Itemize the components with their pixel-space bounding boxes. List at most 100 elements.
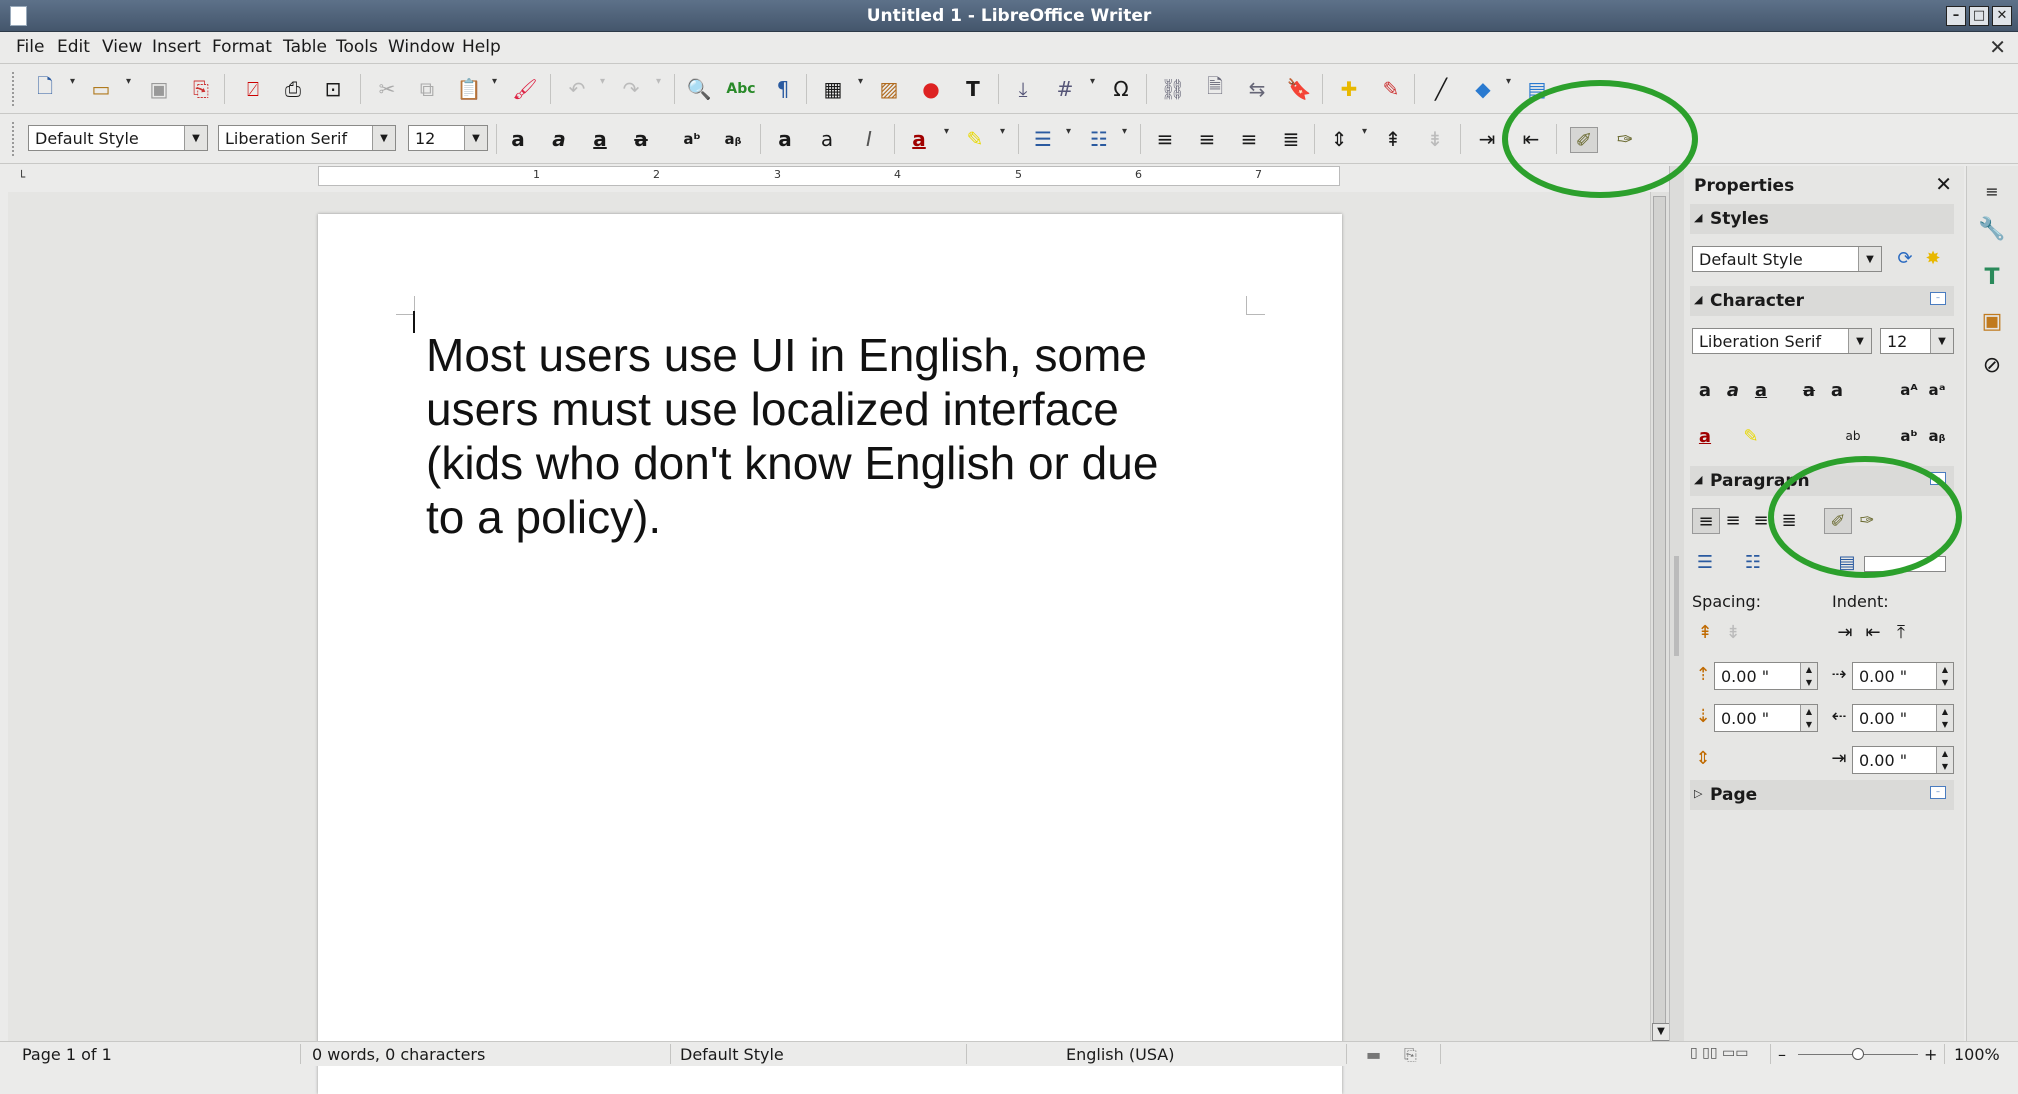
underline-icon[interactable]: a: [587, 127, 613, 151]
chevron-down-icon[interactable]: ▼: [372, 126, 395, 150]
scrollbar-thumb[interactable]: [1653, 196, 1666, 1036]
track-changes-icon[interactable]: ✎: [1378, 77, 1404, 101]
open-folder-icon[interactable]: ▭: [88, 77, 114, 101]
toolbar-grip[interactable]: [12, 122, 19, 156]
font-color-icon[interactable]: a: [906, 127, 932, 151]
field-icon[interactable]: #: [1052, 77, 1078, 101]
image-icon[interactable]: ▨: [876, 77, 902, 101]
menu-file[interactable]: File: [16, 37, 44, 57]
close-icon[interactable]: ✕: [1935, 172, 1952, 196]
text-direction-left-to-right-icon[interactable]: ✐: [1570, 127, 1598, 153]
font-size-combo[interactable]: 12 ▼: [408, 125, 488, 151]
increase-indent-icon[interactable]: ⇥: [1474, 127, 1500, 151]
section-styles[interactable]: ◢ Styles: [1690, 204, 1954, 234]
scroll-down-icon[interactable]: ▼: [1652, 1023, 1670, 1041]
hanging-indent-icon[interactable]: ⤒: [1888, 620, 1914, 644]
find-replace-icon[interactable]: 🔍: [686, 77, 712, 101]
print-preview-icon[interactable]: ⊡: [320, 77, 346, 101]
page-break-icon[interactable]: ⤓: [1010, 77, 1036, 101]
maximize-icon[interactable]: □: [1969, 6, 1989, 26]
status-language[interactable]: English (USA): [1066, 1045, 1174, 1064]
comment-icon[interactable]: ✚: [1336, 77, 1362, 101]
decrease-font-icon[interactable]: aᵃ: [1924, 378, 1950, 402]
toolbar-grip[interactable]: [12, 72, 19, 106]
line-spacing-icon[interactable]: ⇕: [1690, 746, 1716, 770]
subscript-icon[interactable]: aᵦ: [720, 127, 746, 151]
line-spacing-icon[interactable]: ⇕: [1326, 127, 1352, 151]
chevron-down-icon[interactable]: ▾: [70, 76, 77, 87]
cross-reference-icon[interactable]: ⇆: [1244, 77, 1270, 101]
sidebar-size-combo[interactable]: 12 ▼: [1880, 328, 1954, 354]
more-options-icon[interactable]: –: [1930, 292, 1946, 305]
draw-functions-icon[interactable]: ▤: [1524, 77, 1550, 101]
text-box-icon[interactable]: T: [960, 77, 986, 101]
increase-spacing-icon[interactable]: ⇞: [1692, 620, 1718, 644]
close-icon[interactable]: ✕: [1992, 6, 2012, 26]
paste-icon[interactable]: 📋: [456, 77, 482, 101]
chevron-down-icon[interactable]: ▾: [858, 76, 865, 87]
decrease-spacing-icon[interactable]: ⇟: [1720, 620, 1746, 644]
sidebar-style-combo[interactable]: Default Style ▼: [1692, 246, 1882, 272]
styles-icon[interactable]: T: [1977, 262, 2007, 292]
chevron-down-icon[interactable]: ▾: [1122, 126, 1129, 137]
menu-format[interactable]: Format: [212, 37, 272, 57]
strikethrough-icon[interactable]: a: [1796, 378, 1822, 402]
menu-view[interactable]: View: [102, 37, 142, 57]
chevron-down-icon[interactable]: ▾: [1090, 76, 1097, 87]
text-direction-right-to-left-icon[interactable]: ✑: [1854, 508, 1880, 532]
more-options-icon[interactable]: –: [1930, 786, 1946, 799]
chevron-down-icon[interactable]: ▾: [656, 76, 663, 87]
horizontal-ruler[interactable]: 1 2 3 4 5 6 7: [318, 166, 1340, 186]
decrease-indent-icon[interactable]: ⇤: [1518, 127, 1544, 151]
after-indent-spin[interactable]: 0.00 " ▲ ▼: [1852, 704, 1954, 732]
export-pdf-icon[interactable]: ⍁: [240, 77, 266, 101]
justify-icon[interactable]: ≣: [1776, 508, 1802, 532]
zoom-slider-handle[interactable]: [1852, 1048, 1864, 1060]
section-paragraph[interactable]: ◢ Paragraph –: [1690, 466, 1954, 496]
chevron-down-icon[interactable]: ▼: [1848, 329, 1871, 353]
print-icon[interactable]: ⎙: [280, 77, 306, 101]
menu-edit[interactable]: Edit: [57, 37, 90, 57]
zoom-in-icon[interactable]: +: [1924, 1045, 1937, 1064]
spelling-icon[interactable]: Abc: [726, 77, 755, 101]
page-count[interactable]: Page 1 of 1: [22, 1045, 112, 1064]
background-color-swatch[interactable]: [1864, 556, 1946, 572]
more-options-icon[interactable]: –: [1930, 472, 1946, 485]
increase-paragraph-spacing-icon[interactable]: ⇞: [1380, 127, 1406, 151]
chevron-down-icon[interactable]: ▾: [944, 126, 951, 137]
clone-formatting-icon[interactable]: 🖌: [512, 77, 538, 101]
status-page-style[interactable]: Default Style: [680, 1045, 784, 1064]
chevron-down-icon[interactable]: ▾: [1000, 126, 1007, 137]
text-direction-right-to-left-icon[interactable]: ✑: [1612, 127, 1638, 151]
increase-font-icon[interactable]: aᴬ: [1896, 378, 1922, 402]
chevron-down-icon[interactable]: ▼: [184, 126, 207, 150]
navigator-icon[interactable]: ⊘: [1977, 350, 2007, 380]
align-left-icon[interactable]: ≡: [1692, 508, 1720, 534]
bold-icon[interactable]: a: [1692, 378, 1718, 402]
cut-icon[interactable]: ✂: [374, 77, 400, 101]
sidebar-menu-icon[interactable]: ≡: [1977, 176, 2007, 206]
section-character[interactable]: ◢ Character –: [1690, 286, 1954, 316]
document-modified-icon[interactable]: ⎘: [1404, 1045, 1417, 1065]
chevron-down-icon[interactable]: ▾: [492, 76, 499, 87]
chevron-down-icon[interactable]: ▼: [1858, 247, 1881, 271]
font-color-icon[interactable]: a: [1692, 424, 1718, 448]
sidebar-font-combo[interactable]: Liberation Serif ▼: [1692, 328, 1872, 354]
zoom-level[interactable]: 100%: [1954, 1045, 2000, 1064]
align-right-icon[interactable]: ≡: [1236, 127, 1262, 151]
decrease-paragraph-spacing-icon[interactable]: ⇟: [1422, 127, 1448, 151]
bullet-list-icon[interactable]: ☰: [1692, 550, 1718, 574]
new-style-icon[interactable]: ✸: [1920, 246, 1946, 270]
decrease-indent-icon[interactable]: ⇤: [1860, 620, 1886, 644]
character-spacing-icon[interactable]: ab: [1840, 424, 1866, 448]
first-line-indent-spin[interactable]: 0.00 " ▲ ▼: [1852, 746, 1954, 774]
strikethrough-icon[interactable]: a: [628, 127, 654, 151]
superscript-icon[interactable]: aᵇ: [1896, 424, 1922, 448]
bullet-list-icon[interactable]: ☰: [1030, 127, 1056, 151]
align-center-icon[interactable]: ≡: [1194, 127, 1220, 151]
vertical-scrollbar[interactable]: ▼: [1650, 192, 1670, 1041]
before-indent-spin[interactable]: 0.00 " ▲ ▼: [1852, 662, 1954, 690]
view-layout-icon[interactable]: ▯ ▯▯ ▭▭: [1690, 1045, 1748, 1061]
below-spacing-spin[interactable]: 0.00 " ▲ ▼: [1714, 704, 1818, 732]
bookmark-icon[interactable]: 🔖: [1286, 77, 1312, 101]
